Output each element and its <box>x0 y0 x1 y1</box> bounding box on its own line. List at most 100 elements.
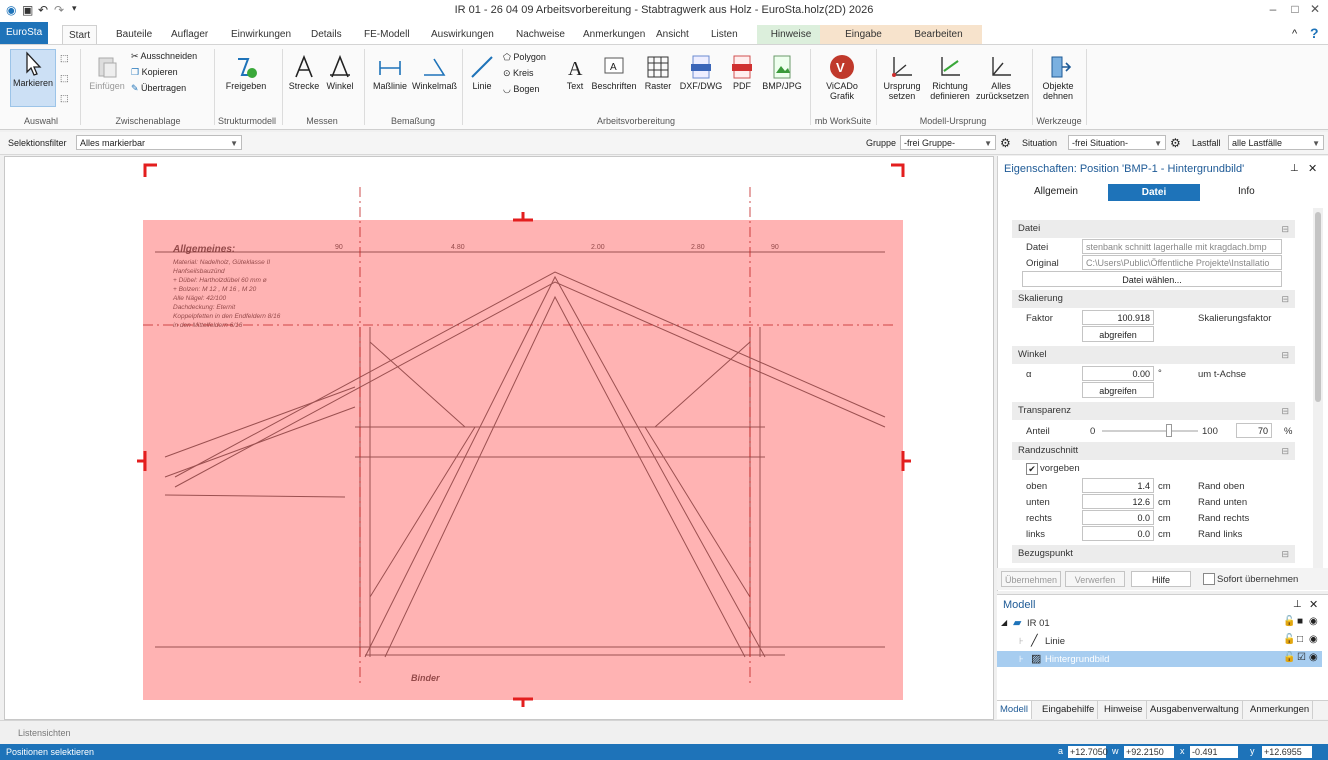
winkel-abgreifen-button[interactable]: abgreifen <box>1082 382 1154 398</box>
tab-auswirkungen[interactable]: Auswirkungen <box>425 25 500 44</box>
tab-bauteile[interactable]: Bauteile <box>110 25 158 44</box>
marker-bottom-middle[interactable] <box>513 697 533 707</box>
maximize-icon[interactable]: □ <box>1284 2 1306 20</box>
eye-icon[interactable]: ◉ <box>1309 634 1318 645</box>
tab-anmerkungen-panel[interactable]: Anmerkungen <box>1247 701 1314 719</box>
raster-button[interactable]: Raster <box>640 53 676 91</box>
kopieren-button[interactable]: ❐ Kopieren <box>131 67 178 78</box>
text-button[interactable]: A Text <box>562 53 588 91</box>
alpha-input[interactable]: 0.00 <box>1082 366 1154 381</box>
skalierung-abgreifen-button[interactable]: abgreifen <box>1082 326 1154 342</box>
rand-links-input[interactable]: 0.0 <box>1082 526 1154 541</box>
tab-details[interactable]: Details <box>305 25 348 44</box>
collapse-icon[interactable]: ⊟ <box>1281 545 1289 563</box>
tab-hinweise[interactable]: Hinweise <box>757 25 825 44</box>
sofort-checkbox[interactable] <box>1203 573 1215 585</box>
datei-waehlen-button[interactable]: Datei wählen... <box>1022 271 1282 287</box>
lock-icon[interactable]: 🔓 <box>1283 634 1295 645</box>
tab-fe-modell[interactable]: FE-Modell <box>358 25 416 44</box>
properties-scrollbar[interactable] <box>1313 208 1323 588</box>
close-icon[interactable]: ✕ <box>1304 2 1326 20</box>
help-icon[interactable]: ? <box>1310 25 1319 41</box>
tree-item[interactable]: ⊦ ╱ Linie 🔓 □ ◉ <box>997 633 1322 649</box>
tab-bearbeiten[interactable]: Bearbeiten <box>895 25 982 44</box>
collapse-icon[interactable]: ⊟ <box>1281 346 1289 364</box>
transparenz-slider[interactable] <box>1102 424 1198 437</box>
bmp-button[interactable]: BMP/JPG <box>760 53 804 91</box>
anteil-input[interactable]: 70 <box>1236 423 1272 438</box>
eye-icon[interactable]: ◉ <box>1309 652 1318 663</box>
select-mode-icon[interactable]: ⬚ <box>60 93 69 104</box>
alles-zuruecksetzen-button[interactable]: Alles zurücksetzen <box>976 53 1029 101</box>
panel-close-icon[interactable]: ✕ <box>1309 598 1318 611</box>
tab-ausgabenverwaltung[interactable]: Ausgabenverwaltung <box>1147 701 1243 719</box>
winkelmass-button[interactable]: Winkelmaß <box>412 53 457 91</box>
drawing-canvas[interactable]: Allgemeines: Material: Nadelholz, Gütekl… <box>4 156 994 720</box>
pin-icon[interactable]: ⊥ <box>1290 163 1299 174</box>
tab-start[interactable]: Start <box>62 25 98 45</box>
section-randzuschnitt[interactable]: Randzuschnitt ⊟ <box>1012 442 1295 460</box>
kreis-button[interactable]: ⊙ Kreis <box>503 68 534 79</box>
panel-close-icon[interactable]: ✕ <box>1308 162 1317 175</box>
uebertragen-button[interactable]: ✎ Übertragen <box>131 83 186 94</box>
vorgeben-checkbox[interactable]: ✔ <box>1026 463 1038 475</box>
verwerfen-button[interactable]: Verwerfen <box>1065 571 1125 587</box>
tree-item[interactable]: ◢ ▰ IR 01 🔓 ■ ◉ <box>997 615 1322 631</box>
tab-eingabe[interactable]: Eingabe <box>820 25 907 44</box>
polygon-button[interactable]: ⬠ Polygon <box>503 52 546 63</box>
tab-nachweise[interactable]: Nachweise <box>510 25 571 44</box>
richtung-definieren-button[interactable]: Richtung definieren <box>926 53 974 101</box>
strecke-button[interactable]: Strecke <box>286 53 322 91</box>
tab-hinweise-panel[interactable]: Hinweise <box>1101 701 1147 719</box>
original-field[interactable]: C:\Users\Public\Öffentliche Projekte\Ins… <box>1082 255 1282 270</box>
collapse-icon[interactable]: ⊟ <box>1281 402 1289 420</box>
section-skalierung[interactable]: Skalierung ⊟ <box>1012 290 1295 308</box>
rand-rechts-input[interactable]: 0.0 <box>1082 510 1154 525</box>
tab-anmerkungen[interactable]: Anmerkungen <box>577 25 651 44</box>
collapse-icon[interactable]: ⊟ <box>1281 442 1289 460</box>
situation-select[interactable]: -frei Situation- ▼ <box>1068 135 1166 150</box>
rand-oben-input[interactable]: 1.4 <box>1082 478 1154 493</box>
marker-top-left[interactable] <box>143 163 157 177</box>
tab-ansicht[interactable]: Ansicht <box>650 25 695 44</box>
dxf-button[interactable]: DXF/DWG <box>678 53 724 91</box>
tab-datei[interactable]: Datei <box>1108 184 1200 201</box>
bogen-button[interactable]: ◡ Bogen <box>503 84 539 95</box>
tab-eurosta[interactable]: EuroSta <box>0 22 49 44</box>
rand-unten-input[interactable]: 12.6 <box>1082 494 1154 509</box>
freigeben-button[interactable]: Freigeben <box>222 53 270 91</box>
situation-settings-icon[interactable]: ⚙ <box>1170 136 1181 150</box>
objekte-dehnen-button[interactable]: Objekte dehnen <box>1036 53 1080 101</box>
marker-left-middle[interactable] <box>137 451 147 471</box>
tab-info[interactable]: Info <box>1238 186 1255 197</box>
collapse-icon[interactable]: ⊟ <box>1281 220 1289 238</box>
section-bezugspunkt[interactable]: Bezugspunkt ⊟ <box>1012 545 1295 563</box>
pin-icon[interactable]: ⊥ <box>1293 599 1302 610</box>
tab-auflager[interactable]: Auflager <box>165 25 214 44</box>
tab-modell[interactable]: Modell <box>997 701 1032 719</box>
ausschneiden-button[interactable]: ✂ Ausschneiden <box>131 51 197 62</box>
lock-icon[interactable]: 🔓 <box>1283 652 1295 663</box>
tab-allgemein[interactable]: Allgemein <box>1034 186 1078 197</box>
tab-einwirkungen[interactable]: Einwirkungen <box>225 25 297 44</box>
selektionsfilter-select[interactable]: Alles markierbar ▼ <box>76 135 242 150</box>
tab-listen[interactable]: Listen <box>705 25 744 44</box>
datei-field[interactable]: stenbank schnitt lagerhalle mit kragdach… <box>1082 239 1282 254</box>
checkbox-filled-icon[interactable]: ■ <box>1297 616 1303 627</box>
listensichten-label[interactable]: Listensichten <box>18 728 71 738</box>
gruppe-select[interactable]: -frei Gruppe- ▼ <box>900 135 996 150</box>
lastfall-select[interactable]: alle Lastfälle ▼ <box>1228 135 1324 150</box>
masslinie-button[interactable]: Maßlinie <box>368 53 412 91</box>
checkbox-checked-icon[interactable]: ☑ <box>1297 652 1306 663</box>
select-poly-icon[interactable]: ⬚ <box>60 73 69 84</box>
marker-right-middle[interactable] <box>901 451 911 471</box>
vicado-grafik-button[interactable]: V ViCADo Grafik <box>818 53 866 101</box>
beschriften-button[interactable]: A Beschriften <box>590 53 638 91</box>
lock-icon[interactable]: 🔓 <box>1283 616 1295 627</box>
section-datei[interactable]: Datei ⊟ <box>1012 220 1295 238</box>
ursprung-setzen-button[interactable]: Ursprung setzen <box>880 53 924 101</box>
ribbon-collapse-icon[interactable]: ^ <box>1292 28 1297 40</box>
winkel-button[interactable]: Winkel <box>322 53 358 91</box>
tab-eingabehilfe[interactable]: Eingabehilfe <box>1039 701 1099 719</box>
faktor-input[interactable]: 100.918 <box>1082 310 1154 325</box>
